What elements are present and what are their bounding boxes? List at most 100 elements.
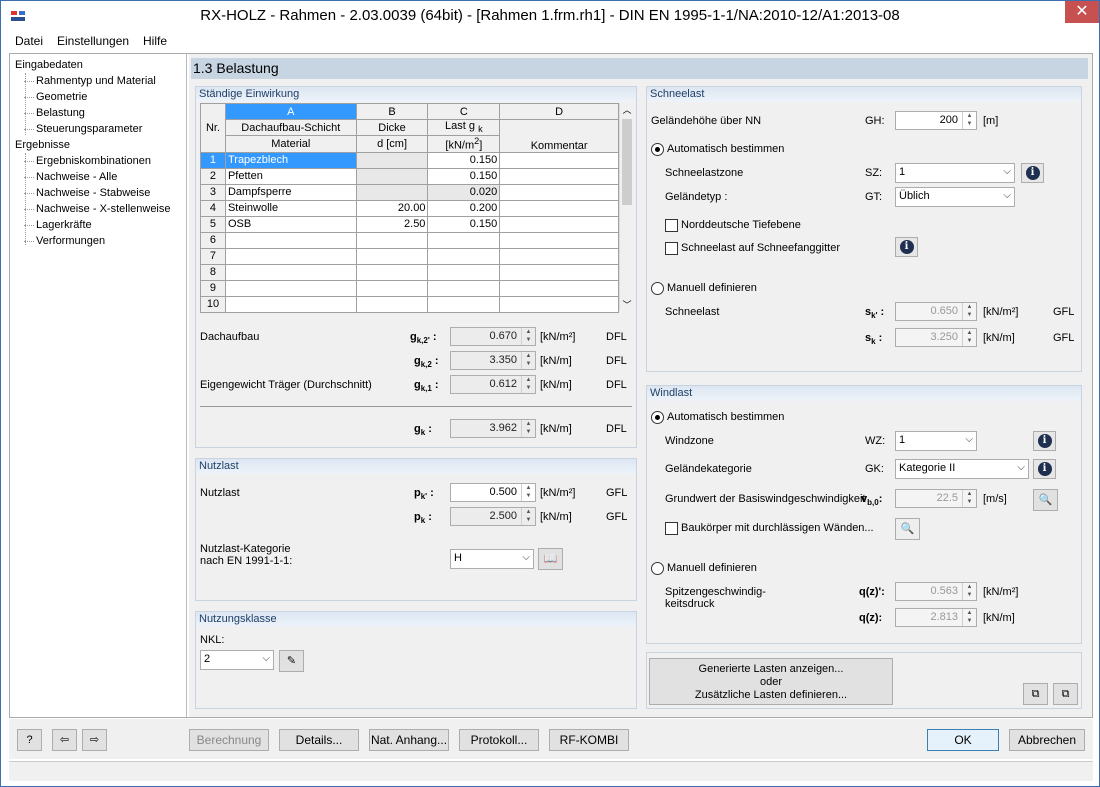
nav-item-geometrie[interactable]: Geometrie xyxy=(36,91,87,103)
edit-icon[interactable]: ✎ xyxy=(279,650,304,672)
kategorie-select[interactable]: H ⌵ xyxy=(450,549,534,569)
spinner-icon[interactable]: ▲ ▼ xyxy=(962,583,976,600)
comment-cell[interactable] xyxy=(499,183,619,201)
sz-select[interactable]: 1 ⌵ xyxy=(895,163,1015,183)
thickness-cell[interactable] xyxy=(355,183,429,201)
row-number[interactable]: 2 xyxy=(200,167,226,185)
load-cell[interactable]: 0.150 xyxy=(427,151,501,169)
row-number[interactable]: 5 xyxy=(200,215,226,233)
material-cell[interactable] xyxy=(224,295,357,313)
comment-cell[interactable] xyxy=(499,231,619,249)
material-cell[interactable]: OSB xyxy=(224,215,357,233)
gh-field[interactable]: 200 ▲ ▼ xyxy=(895,111,977,130)
material-cell[interactable]: Dampfsperre xyxy=(224,183,357,201)
skp-field[interactable]: 0.650 ▲ ▼ xyxy=(895,302,977,321)
thickness-cell[interactable] xyxy=(355,151,429,169)
gk-info-button[interactable]: i xyxy=(1033,459,1056,479)
load-cell[interactable] xyxy=(427,231,501,249)
menu-datei[interactable]: Datei xyxy=(15,34,43,48)
row-number[interactable]: 1 xyxy=(200,151,226,169)
norddeutsche-checkbox[interactable] xyxy=(665,219,678,232)
row-number[interactable]: 8 xyxy=(200,263,226,281)
q-field[interactable]: 2.813 ▲ ▼ xyxy=(895,608,977,627)
thickness-cell[interactable]: 20.00 xyxy=(355,199,429,217)
berechnung-button[interactable]: Berechnung xyxy=(189,729,269,751)
comment-cell[interactable] xyxy=(499,151,619,169)
comment-cell[interactable] xyxy=(499,295,619,313)
load-cell[interactable] xyxy=(427,279,501,297)
schnee-auto-radio[interactable] xyxy=(651,143,664,156)
menu-einstellungen[interactable]: Einstellungen xyxy=(57,34,129,48)
spinner-icon[interactable]: ▲ ▼ xyxy=(962,112,976,129)
wind-map-icon[interactable]: 🔍 xyxy=(1033,489,1058,511)
close-button[interactable]: ✕ xyxy=(1065,1,1099,23)
gk-select[interactable]: Kategorie II ⌵ xyxy=(895,459,1029,479)
col-c-header[interactable]: C xyxy=(427,103,501,120)
load-cell[interactable]: 0.200 xyxy=(427,199,501,217)
export-icon[interactable]: ⇨ xyxy=(82,729,107,751)
schneefang-checkbox[interactable] xyxy=(665,242,678,255)
nav-item-rahmentyp[interactable]: Rahmentyp und Material xyxy=(36,75,156,87)
norddeutsche-label[interactable]: Norddeutsche Tiefebene xyxy=(681,219,801,231)
spinner-icon[interactable]: ▲ ▼ xyxy=(962,303,976,320)
gk-field[interactable]: 3.962 ▲ ▼ xyxy=(450,419,536,438)
col-d-header[interactable]: D xyxy=(499,103,619,120)
spinner-icon[interactable]: ▲ ▼ xyxy=(962,490,976,507)
load-cell[interactable]: 0.150 xyxy=(427,167,501,185)
spinner-icon[interactable]: ▲ ▼ xyxy=(521,328,535,345)
durchlaessig-label[interactable]: Baukörper mit durchlässigen Wänden... xyxy=(681,522,874,534)
gk2p-field[interactable]: 0.670 ▲ ▼ xyxy=(450,327,536,346)
pkp-field[interactable]: 0.500 ▲ ▼ xyxy=(450,483,536,502)
row-number[interactable]: 9 xyxy=(200,279,226,297)
schneefang-label[interactable]: Schneelast auf Schneefanggitter xyxy=(681,242,840,254)
thickness-cell[interactable] xyxy=(355,279,429,297)
spinner-icon[interactable]: ▲ ▼ xyxy=(521,376,535,393)
thickness-cell[interactable]: 2.50 xyxy=(355,215,429,233)
paste-loads-icon[interactable]: ⧉ xyxy=(1053,683,1078,705)
sk-field[interactable]: 3.250 ▲ ▼ xyxy=(895,328,977,347)
col-a-header[interactable]: A xyxy=(224,103,357,120)
load-cell[interactable] xyxy=(427,247,501,265)
rf-kombi-button[interactable]: RF-KOMBI xyxy=(549,729,629,751)
nat-anhang-button[interactable]: Nat. Anhang... xyxy=(369,729,449,751)
protokoll-button[interactable]: Protokoll... xyxy=(459,729,539,751)
generated-loads-button[interactable]: Generierte Lasten anzeigen... oder Zusät… xyxy=(649,658,893,705)
nav-item-nachweise-alle[interactable]: Nachweise - Alle xyxy=(36,171,117,183)
spinner-icon[interactable]: ▲ ▼ xyxy=(962,329,976,346)
schnee-manual-radio[interactable] xyxy=(651,282,664,295)
load-cell[interactable]: 0.020 xyxy=(427,183,501,201)
sz-info-button[interactable]: i xyxy=(1021,163,1044,183)
material-cell[interactable] xyxy=(224,231,357,249)
comment-cell[interactable] xyxy=(499,215,619,233)
material-cell[interactable]: Steinwolle xyxy=(224,199,357,217)
scroll-down-icon[interactable]: ﹀ xyxy=(620,298,634,311)
table-scrollbar[interactable]: ︿ ﹀ xyxy=(619,103,633,311)
vb-field[interactable]: 22.5 ▲ ▼ xyxy=(895,489,977,508)
copy-loads-icon[interactable]: ⧉ xyxy=(1023,683,1048,705)
qp-field[interactable]: 0.563 ▲ ▼ xyxy=(895,582,977,601)
gk2-field[interactable]: 3.350 ▲ ▼ xyxy=(450,351,536,370)
row-number[interactable]: 3 xyxy=(200,183,226,201)
nav-item-nachweise-x-stellenweise[interactable]: Nachweise - X-stellenweise xyxy=(36,203,171,215)
nav-group-ergebnisse[interactable]: Ergebnisse xyxy=(15,139,70,151)
nav-item-ergebniskombinationen[interactable]: Ergebniskombinationen xyxy=(36,155,151,167)
wind-auto-label[interactable]: Automatisch bestimmen xyxy=(667,411,784,423)
row-number[interactable]: 7 xyxy=(200,247,226,265)
material-cell[interactable]: Pfetten xyxy=(224,167,357,185)
row-number[interactable]: 4 xyxy=(200,199,226,217)
thickness-cell[interactable] xyxy=(355,231,429,249)
import-icon[interactable]: ⇦ xyxy=(52,729,77,751)
nav-item-steuerungsparameter[interactable]: Steuerungsparameter xyxy=(36,123,142,135)
row-number[interactable]: 10 xyxy=(200,295,226,313)
load-cell[interactable] xyxy=(427,295,501,313)
ok-button[interactable]: OK xyxy=(927,729,999,751)
abbrechen-button[interactable]: Abbrechen xyxy=(1009,729,1085,751)
spinner-icon[interactable]: ▲ ▼ xyxy=(521,420,535,437)
material-cell[interactable] xyxy=(224,279,357,297)
row-number[interactable]: 6 xyxy=(200,231,226,249)
thickness-cell[interactable] xyxy=(355,263,429,281)
gt-select[interactable]: Üblich ⌵ xyxy=(895,187,1015,207)
wz-info-button[interactable]: i xyxy=(1033,431,1056,451)
schneefang-info-button[interactable]: i xyxy=(895,237,918,257)
nav-item-belastung[interactable]: Belastung xyxy=(36,107,85,119)
